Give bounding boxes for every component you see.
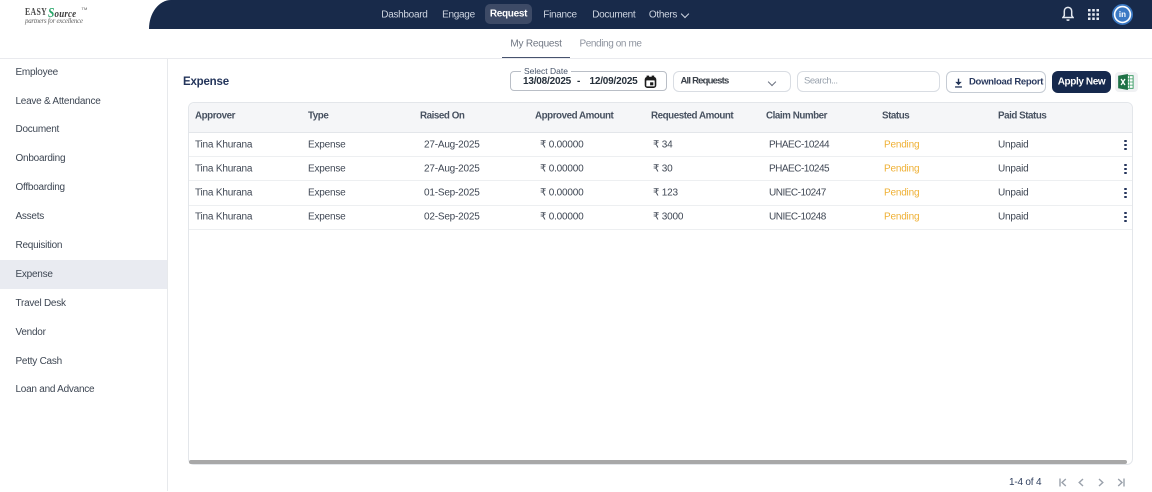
svg-text:in: in [1118, 10, 1125, 19]
